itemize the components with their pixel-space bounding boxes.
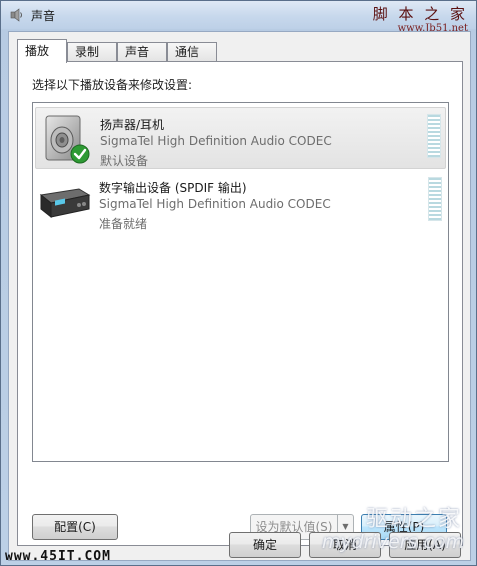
device-driver: SigmaTel High Definition Audio CODEC xyxy=(100,134,332,148)
device-item-digital-output[interactable]: 数字输出设备 (SPDIF 输出) SigmaTel High Definiti… xyxy=(35,171,446,233)
device-status: 默认设备 xyxy=(100,154,149,168)
sound-dialog-window: 声音 脚 本 之 家 www.Jb51.net 播放 录制 声音 通信 选择以下… xyxy=(0,0,477,566)
digital-output-icon xyxy=(39,177,91,229)
watermark-bottom-right: 驱动之家 mydrivers.com xyxy=(304,495,464,559)
volume-level-meter xyxy=(428,177,442,221)
watermark-bottom-left: www.45IT.COM xyxy=(5,549,111,564)
watermark-brand-name: 驱动之家 xyxy=(365,507,462,532)
device-status: 准备就绪 xyxy=(99,217,148,231)
device-driver: SigmaTel High Definition Audio CODEC xyxy=(99,197,331,211)
device-item-speakers[interactable]: 扬声器/耳机 SigmaTel High Definition Audio CO… xyxy=(35,107,446,169)
device-name: 扬声器/耳机 xyxy=(100,118,165,132)
tab-playback[interactable]: 播放 xyxy=(17,39,67,63)
device-name: 数字输出设备 (SPDIF 输出) xyxy=(99,181,247,195)
ok-button[interactable]: 确定 xyxy=(229,532,301,558)
watermark-top-right: 脚 本 之 家 www.Jb51.net xyxy=(373,3,468,34)
dialog-client-area: 播放 录制 声音 通信 选择以下播放设备来修改设置: 扬声器/耳机 SigmaT… xyxy=(8,31,471,561)
watermark-brand-url: mydrivers.com xyxy=(321,531,464,553)
window-title: 声音 xyxy=(31,9,56,23)
title-bar[interactable]: 声音 脚 本 之 家 www.Jb51.net xyxy=(1,1,476,34)
device-list[interactable]: 扬声器/耳机 SigmaTel High Definition Audio CO… xyxy=(32,102,449,462)
speaker-icon xyxy=(40,114,92,166)
default-check-icon xyxy=(70,144,90,164)
playback-tab-page: 选择以下播放设备来修改设置: 扬声器/耳机 SigmaTel High Defi… xyxy=(17,61,463,546)
volume-level-meter xyxy=(427,114,441,158)
sound-icon xyxy=(9,7,25,23)
watermark-site-name: 脚 本 之 家 xyxy=(372,5,468,23)
configure-button[interactable]: 配置(C) xyxy=(32,514,118,540)
playback-prompt: 选择以下播放设备来修改设置: xyxy=(32,78,193,92)
tab-communications[interactable]: 通信 xyxy=(167,42,217,62)
tab-sounds[interactable]: 声音 xyxy=(117,42,167,62)
tab-recording[interactable]: 录制 xyxy=(67,42,117,62)
